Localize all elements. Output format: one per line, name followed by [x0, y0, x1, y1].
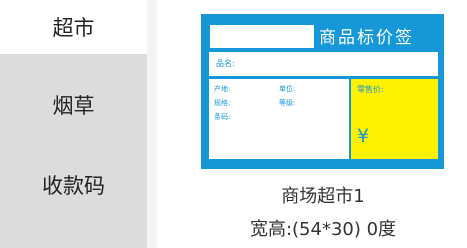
category-sidebar: 超市 烟草 收款码 [0, 0, 147, 248]
sidebar-item-tobacco[interactable]: 烟草 [0, 78, 147, 132]
tag-header: 商品标价签 [201, 14, 444, 56]
spec-label: 规格: [214, 99, 231, 107]
tag-title: 商品标价签 [319, 28, 414, 48]
product-detail-area: 产地: 单位: 规格: 等级: 条码: [209, 79, 349, 159]
sidebar-item-supermarket[interactable]: 超市 [0, 0, 147, 54]
sidebar-item-label: 超市 [52, 16, 95, 40]
sidebar-item-label: 烟草 [52, 94, 95, 118]
sidebar-divider [147, 0, 157, 248]
header-blank-box [210, 25, 314, 48]
label-template-card[interactable]: 商品标价签 品名: 产地: 单位: 规格: 等级: 条码: 零售价: ¥ [201, 14, 444, 169]
price-area: 零售价: ¥ [351, 79, 438, 159]
yen-symbol-icon: ¥ [357, 125, 370, 147]
sidebar-item-payment-code[interactable]: 收款码 [0, 158, 147, 212]
grade-label: 等级: [279, 99, 296, 107]
template-size-info: 宽高:(54*30) 0度 [249, 219, 397, 240]
retail-price-label: 零售价: [357, 85, 384, 94]
product-name-label: 品名: [216, 59, 235, 68]
barcode-label: 条码: [214, 113, 231, 121]
sidebar-item-label: 收款码 [42, 174, 105, 198]
template-name: 商场超市1 [281, 186, 365, 207]
template-selector-screen: 超市 烟草 收款码 商品标价签 品名: 产地: 单位: 规格: 等级: 条码: … [0, 0, 467, 248]
unit-label: 单位: [279, 85, 296, 93]
product-name-row: 品名: [209, 52, 438, 76]
origin-label: 产地: [214, 85, 231, 93]
